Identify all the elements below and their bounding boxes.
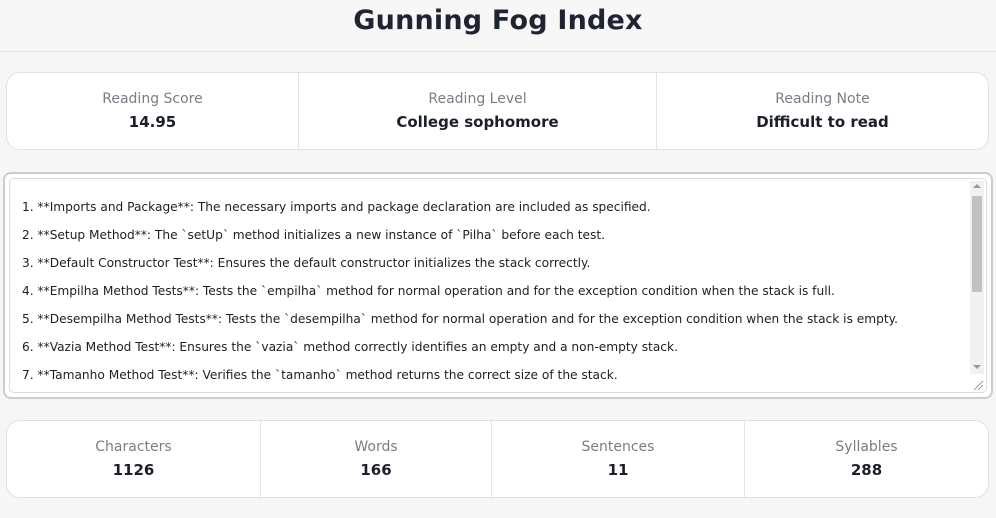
vertical-scrollbar[interactable] xyxy=(970,181,984,374)
syllables-label: Syllables xyxy=(835,439,898,455)
reading-note-stat: Reading Note Difficult to read xyxy=(657,73,988,149)
characters-label: Characters xyxy=(95,439,172,455)
text-line: 7. **Tamanho Method Test**: Verifies the… xyxy=(22,368,618,382)
reading-level-label: Reading Level xyxy=(428,91,527,107)
text-input-content[interactable]: 1. **Imports and Package**: The necessar… xyxy=(22,193,966,389)
reading-score-stat: Reading Score 14.95 xyxy=(7,73,299,149)
characters-value: 1126 xyxy=(112,461,155,479)
text-line: 2. **Setup Method**: The `setUp` method … xyxy=(22,228,606,242)
text-counts-card: Characters 1126 Words 166 Sentences 11 S… xyxy=(6,420,989,498)
page-header: Gunning Fog Index xyxy=(0,0,996,52)
text-line: 6. **Vazia Method Test**: Ensures the `v… xyxy=(22,340,678,354)
reading-score-value: 14.95 xyxy=(128,113,177,131)
syllables-value: 288 xyxy=(850,461,883,479)
resize-grip-icon[interactable] xyxy=(970,376,984,391)
text-input-field[interactable]: 1. **Imports and Package**: The necessar… xyxy=(9,178,987,393)
reading-note-label: Reading Note xyxy=(775,91,870,107)
scroll-thumb[interactable] xyxy=(972,196,982,292)
reading-summary-card: Reading Score 14.95 Reading Level Colleg… xyxy=(6,72,989,150)
reading-level-value: College sophomore xyxy=(396,113,559,131)
sentences-stat: Sentences 11 xyxy=(492,421,745,497)
reading-level-stat: Reading Level College sophomore xyxy=(299,73,657,149)
syllables-stat: Syllables 288 xyxy=(745,421,988,497)
text-line: 3. **Default Constructor Test**: Ensures… xyxy=(22,256,591,270)
text-line: 4. **Empilha Method Tests**: Tests the `… xyxy=(22,284,835,298)
scroll-up-arrow-icon[interactable] xyxy=(970,181,984,193)
words-stat: Words 166 xyxy=(261,421,492,497)
characters-stat: Characters 1126 xyxy=(7,421,261,497)
text-line: 5. **Desempilha Method Tests**: Tests th… xyxy=(22,312,899,326)
page-title: Gunning Fog Index xyxy=(353,5,643,36)
sentences-value: 11 xyxy=(607,461,629,479)
words-value: 166 xyxy=(360,461,392,479)
text-input-area[interactable]: 1. **Imports and Package**: The necessar… xyxy=(3,172,993,399)
reading-note-value: Difficult to read xyxy=(756,113,889,131)
scroll-down-arrow-icon[interactable] xyxy=(970,362,984,374)
sentences-label: Sentences xyxy=(581,439,655,455)
words-label: Words xyxy=(354,439,398,455)
reading-score-label: Reading Score xyxy=(102,91,203,107)
text-line: 1. **Imports and Package**: The necessar… xyxy=(22,200,651,214)
